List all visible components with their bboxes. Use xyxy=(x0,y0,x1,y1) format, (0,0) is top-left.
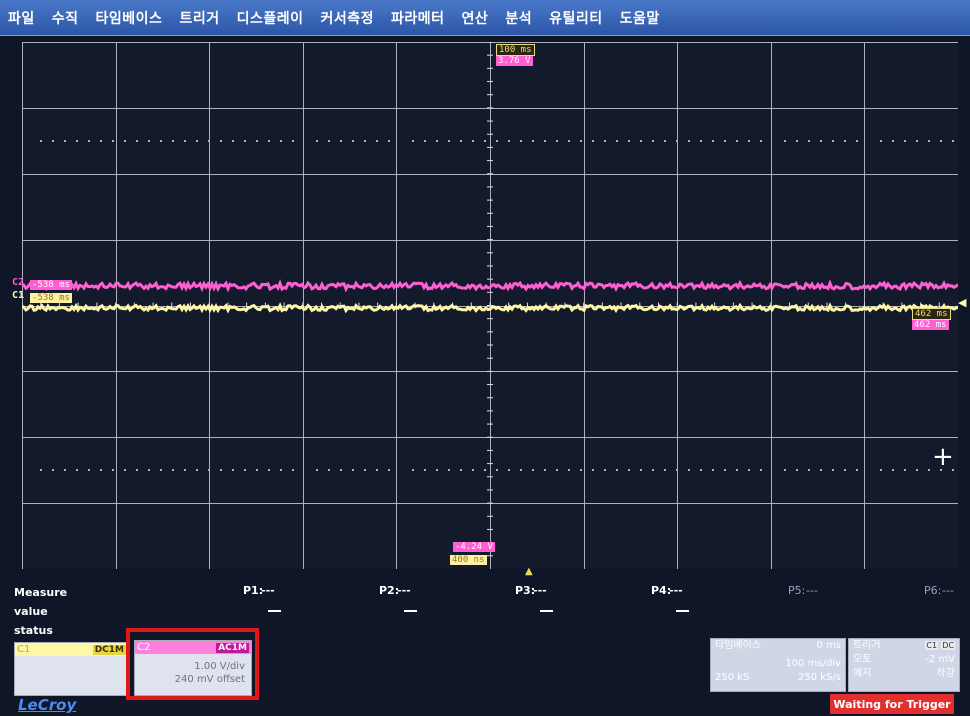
p3-dash xyxy=(540,610,553,612)
trigger-title: 트리거 xyxy=(853,640,881,651)
trigger-source-badge: C1 xyxy=(925,641,939,650)
menu-utilities[interactable]: 유틸리티 xyxy=(549,8,603,28)
p5-value: --- xyxy=(806,584,818,597)
lecroy-logo: LeCroy xyxy=(18,696,77,714)
top-volt-marker: 3.76 V xyxy=(496,56,533,66)
trigger-mode: 오토 xyxy=(853,654,872,665)
grid-svg xyxy=(22,42,958,569)
p5-name[interactable]: P5: xyxy=(788,584,805,597)
p2-dash xyxy=(404,610,417,612)
menu-cursors[interactable]: 커서측정 xyxy=(320,8,374,28)
bottom-time-marker: 400 ns xyxy=(450,555,487,565)
measure-status-label: status xyxy=(14,624,53,637)
trigger-level: -2 mV xyxy=(925,654,955,665)
highlight-box xyxy=(126,628,259,700)
menu-math[interactable]: 연산 xyxy=(462,8,489,28)
menu-help[interactable]: 도움말 xyxy=(620,8,660,28)
trigger-status: Waiting for Trigger xyxy=(830,694,954,714)
measure-title[interactable]: Measure xyxy=(14,586,67,599)
timebase-rate: 250 kS/s xyxy=(798,672,841,683)
c2-channel-tag[interactable]: C2 xyxy=(12,277,24,288)
menu-analysis[interactable]: 분석 xyxy=(505,8,532,28)
c1-right-offset: 462 ms xyxy=(912,308,951,320)
menu-bar: 파일 수직 타임베이스 트리거 디스플레이 커서측정 파라메터 연산 분석 유틸… xyxy=(0,0,970,36)
c1-descriptor[interactable]: C1 DC1M xyxy=(14,642,129,696)
timebase-title: 타임베이스 xyxy=(715,640,761,651)
menu-timebase[interactable]: 타임베이스 xyxy=(96,8,163,28)
timebase-delay: 0 ms xyxy=(816,640,842,651)
p1-value: --- xyxy=(261,584,275,597)
trigger-slope: 하강 xyxy=(936,668,955,679)
c1-name: C1 xyxy=(17,644,31,655)
p6-value: --- xyxy=(942,584,954,597)
bottom-volt-marker: -4.24 V xyxy=(453,542,495,552)
c1-channel-tag[interactable]: C1 xyxy=(12,290,24,301)
trigger-position-icon: ▲ xyxy=(525,566,533,577)
timebase-samples: 250 kS xyxy=(715,672,750,683)
trigger-type: 에지 xyxy=(853,668,872,679)
trigger-descriptor[interactable]: 트리거 C1 DC 오토 -2 mV 에지 하강 xyxy=(848,638,960,692)
trigger-coupling-badge: DC xyxy=(941,641,955,650)
p6-name[interactable]: P6: xyxy=(924,584,941,597)
crosshair-icon[interactable]: + xyxy=(932,444,954,470)
menu-vertical[interactable]: 수직 xyxy=(52,8,79,28)
p1-dash xyxy=(268,610,281,612)
trigger-level-icon: ◀ xyxy=(958,296,967,309)
c1-coupling-badge: DC1M xyxy=(92,644,126,655)
c2-right-offset: 462 ms xyxy=(912,320,949,330)
measure-value-label: value xyxy=(14,605,48,618)
menu-display[interactable]: 디스플레이 xyxy=(237,8,304,28)
waveform-grid[interactable]: 100 ms 3.76 V -538 ms -538 ms 462 ms 462… xyxy=(22,42,958,569)
p3-value: --- xyxy=(533,584,547,597)
c2-left-offset: -538 ms xyxy=(30,280,72,290)
timebase-descriptor[interactable]: 타임베이스 0 ms 100 ms/div 250 kS 250 kS/s xyxy=(710,638,846,692)
menu-trigger[interactable]: 트리거 xyxy=(179,8,219,28)
menu-parameters[interactable]: 파라메터 xyxy=(391,8,445,28)
p4-dash xyxy=(676,610,689,612)
p2-value: --- xyxy=(397,584,411,597)
c1-left-offset: -538 ms xyxy=(30,293,72,303)
menu-file[interactable]: 파일 xyxy=(8,8,35,28)
timebase-tdiv: 100 ms/div xyxy=(785,658,841,669)
top-time-marker: 100 ms xyxy=(496,44,535,56)
p4-value: --- xyxy=(669,584,683,597)
